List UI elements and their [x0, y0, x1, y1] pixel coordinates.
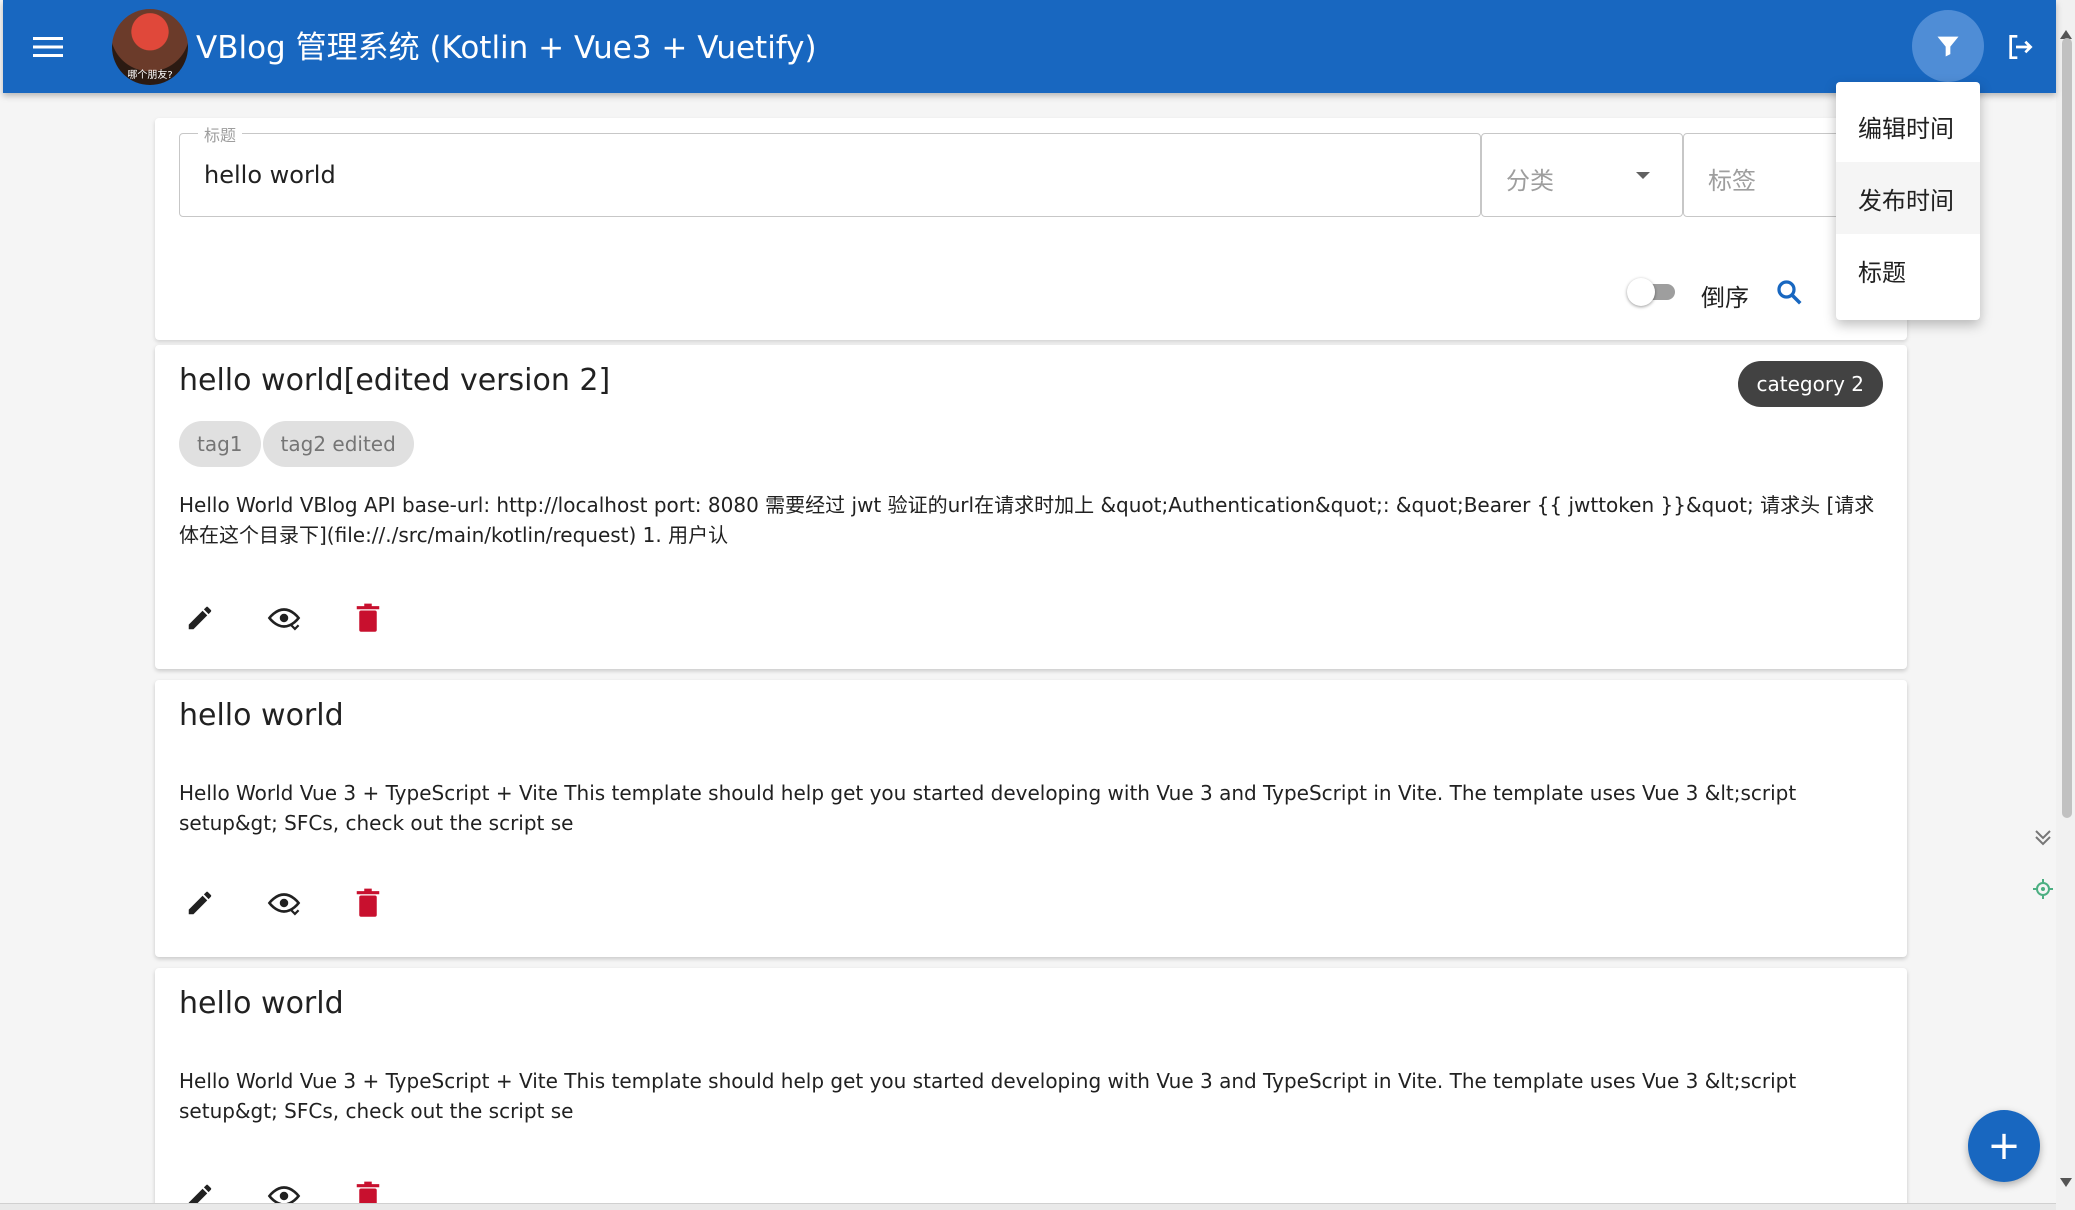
sort-menu: 编辑时间 发布时间 标题 [1836, 82, 1980, 320]
reverse-order-label: 倒序 [1701, 284, 1749, 312]
tag-placeholder: 标签 [1708, 167, 1756, 195]
post-title[interactable]: hello world [179, 986, 344, 1021]
tag-list: tag1 tag2 edited [179, 421, 414, 467]
preview-button[interactable] [261, 880, 307, 926]
post-title[interactable]: hello world[edited version 2] [179, 363, 610, 398]
title-search-input[interactable]: hello world [204, 161, 336, 189]
chevron-double-down-icon [2035, 830, 2051, 846]
pencil-icon [188, 606, 212, 630]
post-actions [177, 595, 391, 641]
post-title[interactable]: hello world [179, 698, 344, 733]
chevron-down-icon [1636, 172, 1650, 179]
switch-thumb [1627, 278, 1655, 306]
post-actions [177, 880, 391, 926]
crosshair-icon [2033, 879, 2053, 899]
preview-button[interactable] [261, 595, 307, 641]
avatar[interactable]: 哪个朋友? [112, 9, 188, 85]
trash-icon [356, 603, 380, 632]
title-field-label: 标题 [198, 122, 243, 146]
post-card: hello world[edited version 2] category 2… [155, 345, 1907, 669]
app-title: VBlog 管理系统 (Kotlin + Vue3 + Vuetify) [196, 30, 817, 66]
nav-menu-button[interactable] [21, 20, 75, 74]
add-post-button[interactable]: + [1968, 1110, 2040, 1182]
locate-tool[interactable] [2030, 876, 2056, 902]
window-bottom-edge [0, 1203, 2056, 1210]
delete-button[interactable] [345, 595, 391, 641]
logout-button[interactable] [1993, 20, 2047, 74]
category-placeholder: 分类 [1506, 167, 1554, 195]
post-card: hello world Hello World Vue 3 + TypeScri… [155, 680, 1907, 957]
scroll-down-arrow-icon[interactable] [2060, 1178, 2072, 1187]
tag-chip[interactable]: tag1 [179, 421, 261, 467]
menu-icon [33, 37, 63, 57]
app-bar: 哪个朋友? VBlog 管理系统 (Kotlin + Vue3 + Vuetif… [3, 0, 2056, 93]
tag-chip[interactable]: tag2 edited [262, 421, 414, 467]
search-button[interactable] [1767, 270, 1811, 314]
pencil-icon [188, 891, 212, 915]
edit-button[interactable] [177, 880, 223, 926]
post-excerpt: Hello World Vue 3 + TypeScript + Vite Th… [179, 781, 1797, 835]
trash-icon [356, 888, 380, 917]
sort-by-publish-time[interactable]: 发布时间 [1836, 162, 1980, 234]
delete-button[interactable] [345, 880, 391, 926]
sort-by-edit-time[interactable]: 编辑时间 [1836, 90, 1980, 162]
eye-refresh-icon [267, 893, 301, 916]
post-excerpt: Hello World VBlog API base-url: http://l… [179, 493, 1875, 547]
edit-button[interactable] [177, 595, 223, 641]
plus-icon: + [1987, 1123, 2021, 1169]
post-excerpt: Hello World Vue 3 + TypeScript + Vite Th… [179, 1069, 1797, 1123]
reverse-order-switch[interactable] [1627, 274, 1681, 310]
collapse-tool[interactable] [2030, 824, 2056, 850]
category-select[interactable]: 分类 [1481, 133, 1683, 217]
post-card: hello world Hello World Vue 3 + TypeScri… [155, 968, 1907, 1210]
scrollbar-thumb[interactable] [2062, 38, 2072, 818]
sort-by-title[interactable]: 标题 [1836, 234, 1980, 306]
search-panel: 标题 hello world 分类 标签 倒序 [155, 118, 1907, 340]
eye-refresh-icon [267, 608, 301, 631]
logout-icon [2009, 35, 2033, 59]
filter-icon [1937, 36, 1959, 57]
search-icon [1777, 280, 1802, 305]
sort-filter-button[interactable] [1912, 10, 1984, 82]
avatar-caption: 哪个朋友? [127, 70, 173, 81]
title-search-field[interactable]: 标题 hello world [179, 122, 1481, 217]
category-chip[interactable]: category 2 [1737, 361, 1883, 407]
